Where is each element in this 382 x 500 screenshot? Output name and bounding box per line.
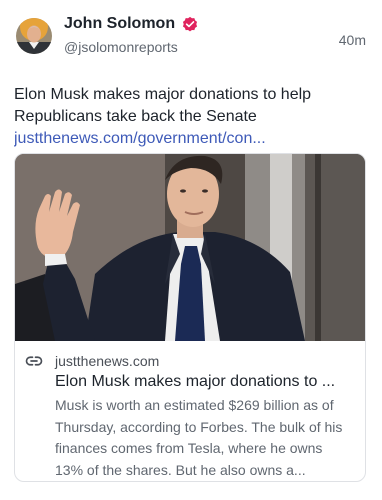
display-name[interactable]: John Solomon	[64, 15, 175, 33]
handle[interactable]: @jsolomonreports	[64, 39, 178, 55]
avatar[interactable]	[16, 18, 52, 54]
timestamp[interactable]: 40m	[339, 32, 366, 48]
card-domain: justthenews.com	[55, 353, 160, 369]
post-text: Elon Musk makes major donations to help …	[14, 86, 312, 125]
card-description: Musk is worth an estimated $269 billion …	[55, 397, 343, 478]
card-title: Elon Musk makes major donations to ...	[55, 373, 336, 390]
link-icon	[25, 352, 43, 370]
link-preview-card[interactable]: justthenews.com Elon Musk makes major do…	[14, 153, 366, 482]
domain-row: justthenews.com	[25, 352, 353, 370]
card-image[interactable]	[15, 154, 365, 341]
post[interactable]: John Solomon @jsolomonreports 40m Elon M…	[0, 0, 382, 500]
card-body: justthenews.com Elon Musk makes major do…	[15, 341, 365, 481]
verified-badge-icon	[181, 15, 199, 33]
name-row: John Solomon	[64, 15, 199, 33]
post-link[interactable]: justthenews.com/government/con...	[14, 128, 368, 150]
post-header: John Solomon @jsolomonreports 40m	[14, 14, 368, 58]
